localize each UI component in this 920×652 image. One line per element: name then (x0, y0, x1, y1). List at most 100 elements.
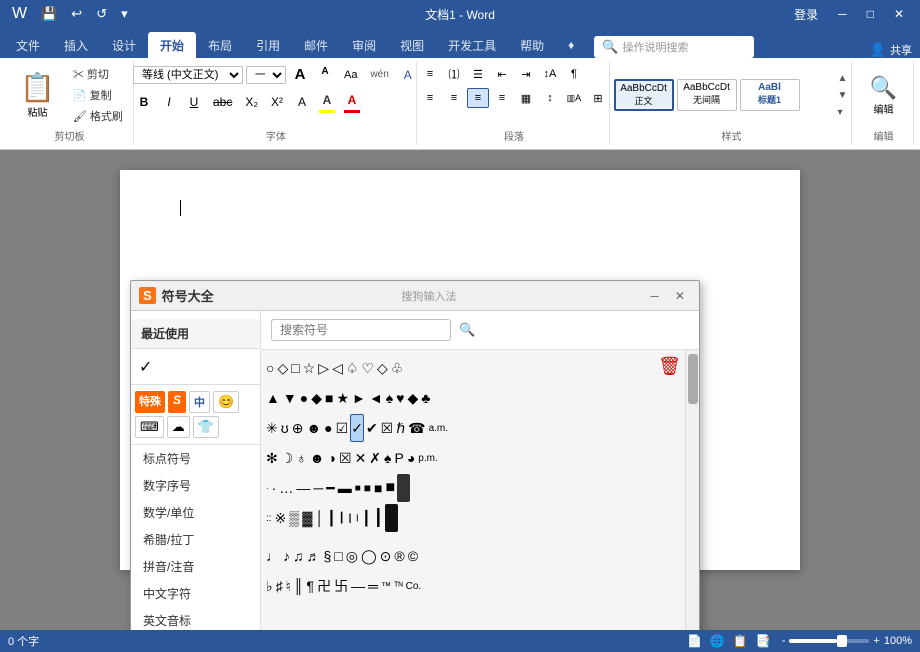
cat-weather-btn[interactable]: ☁ (167, 416, 190, 438)
view-draft-btn[interactable]: 📑 (753, 633, 774, 649)
sym-swastika-r[interactable]: 卐 (333, 572, 349, 600)
sym-spade-2[interactable]: ♠ (383, 444, 392, 472)
format-painter-button[interactable]: 🖌 格式刷 (69, 106, 127, 126)
sym-pm[interactable]: p.m. (417, 444, 438, 472)
tab-diamond[interactable]: ♦ (556, 32, 586, 58)
char-style-button[interactable]: A (397, 66, 419, 84)
justify-button[interactable]: ≡ (491, 88, 513, 108)
sym-check[interactable]: ✓ (350, 414, 364, 442)
sym-club-filled[interactable]: ♣ (420, 384, 431, 412)
tab-developer[interactable]: 开发工具 (436, 32, 508, 58)
sym-am[interactable]: a.m. (428, 414, 449, 442)
sym-block-sm[interactable]: ■ (354, 474, 362, 502)
tab-home[interactable]: 开始 (148, 32, 196, 58)
increase-indent-button[interactable]: ⇥ (515, 64, 537, 84)
sym-triangle-right-outline[interactable]: ▷ (317, 354, 330, 382)
sym-shade-light[interactable]: ▒ (288, 504, 300, 532)
cat-emoji-btn[interactable]: 😊 (213, 391, 239, 413)
sym-phone[interactable]: ☎ (407, 414, 426, 442)
sym-trademark[interactable]: ™ (380, 572, 392, 600)
quick-access-dropdown[interactable]: ▾ (117, 4, 132, 24)
sym-heart-outline[interactable]: ♡ (360, 354, 375, 382)
sym-spade-outline[interactable]: ♤ (345, 354, 360, 382)
sym-double-pipe[interactable]: ║ (293, 572, 305, 600)
shrink-font-button[interactable]: A (314, 64, 336, 79)
sym-star-filled[interactable]: ★ (335, 384, 350, 412)
login-button[interactable]: 登录 (786, 4, 826, 25)
sym-arrow-left-filled[interactable]: ◄ (368, 384, 384, 412)
tab-mail[interactable]: 邮件 (292, 32, 340, 58)
sym-pipe-7[interactable]: ┃ (385, 504, 398, 532)
sym-arrow-right-filled[interactable]: ► (351, 384, 367, 412)
style-normal[interactable]: AaBbCcDt正文 (614, 79, 674, 111)
sym-heart-filled[interactable]: ♥ (395, 384, 405, 412)
align-right-button[interactable]: ≡ (467, 88, 489, 108)
sym-hbar[interactable]: ℏ (395, 414, 406, 442)
symbol-close-button[interactable]: ✕ (669, 287, 691, 305)
sym-circle-large[interactable]: ◕ (406, 444, 416, 472)
copy-button[interactable]: 📄 复制 (69, 85, 127, 105)
sym-triangle-left-outline[interactable]: ◁ (331, 354, 344, 382)
tab-design[interactable]: 设计 (100, 32, 148, 58)
symbol-search-button[interactable]: 🔍 (453, 319, 481, 341)
sym-colon-colon[interactable]: :: (265, 504, 273, 532)
style-heading1[interactable]: AaBl标题1 (740, 79, 800, 111)
sym-diamond-small-outline[interactable]: ◇ (376, 354, 389, 382)
scroll-thumb[interactable] (688, 354, 698, 404)
sym-natural[interactable]: ♮ (285, 572, 292, 600)
sym-shade-dark[interactable]: ▓ (301, 504, 313, 532)
align-left-button[interactable]: ≡ (419, 88, 441, 108)
sym-block-xxl[interactable]: ■ (397, 474, 410, 502)
zoom-plus-btn[interactable]: + (873, 635, 879, 647)
sym-line-thin[interactable]: ─ (312, 474, 324, 502)
symbol-minimize-button[interactable]: ─ (644, 287, 665, 305)
style-no-space[interactable]: AaBbCcDt无间隔 (677, 79, 737, 111)
maximize-button[interactable]: □ (859, 5, 882, 23)
sym-upsilon[interactable]: ʊ (280, 414, 290, 442)
case-button[interactable]: Aa (339, 67, 362, 83)
sym-dash[interactable]: — (350, 572, 366, 600)
font-color-button[interactable]: A (341, 91, 363, 113)
tab-file[interactable]: 文件 (4, 32, 52, 58)
sym-dot-small[interactable]: · (265, 474, 270, 502)
sym-double-dash[interactable]: ═ (367, 572, 379, 600)
sym-sharp[interactable]: ♯ (275, 572, 284, 600)
save-icon[interactable]: 💾 (37, 4, 61, 24)
numbering-button[interactable]: ⑴ (443, 64, 465, 84)
minimize-button[interactable]: ─ (830, 5, 855, 23)
tab-review[interactable]: 审阅 (340, 32, 388, 58)
sym-dot-mid[interactable]: · (271, 474, 278, 502)
sym-checkbox-x[interactable]: ☒ (380, 414, 395, 442)
styles-scroll-down[interactable]: ▼ (836, 88, 850, 103)
cat-punctuation[interactable]: 标点符号 (131, 445, 260, 472)
sym-co[interactable]: Co. (405, 572, 423, 600)
sym-box-x[interactable]: ☒ (338, 444, 353, 472)
cat-chinese-chars[interactable]: 中文字符 (131, 580, 260, 607)
styles-scroll-up[interactable]: ▲ (836, 71, 850, 86)
tab-references[interactable]: 引用 (244, 32, 292, 58)
cat-special-btn[interactable]: 特殊 (135, 391, 165, 413)
sym-diamond-filled[interactable]: ◆ (310, 384, 323, 412)
sym-pipe-bold[interactable]: ┃ (326, 504, 336, 532)
subscript-button[interactable]: X₂ (240, 93, 263, 111)
search-box[interactable]: 🔍 操作说明搜索 (594, 36, 754, 58)
redo-icon[interactable]: ↺ (92, 4, 111, 24)
sym-diamond-filled-2[interactable]: ◆ (406, 384, 419, 412)
sym-eighth-note[interactable]: ♪ (282, 542, 291, 570)
sym-smiley[interactable]: ☻ (305, 414, 322, 442)
sym-club-outline[interactable]: ♧ (390, 354, 405, 382)
highlight-button[interactable]: A (316, 91, 338, 113)
sym-pipe-2[interactable]: ┃ (338, 504, 346, 532)
undo-icon[interactable]: ↩ (67, 4, 86, 24)
sym-asterisk-8[interactable]: ✳ (265, 414, 279, 442)
decrease-indent-button[interactable]: ⇤ (491, 64, 513, 84)
sort-button[interactable]: ↕A (539, 64, 561, 84)
sym-music-note[interactable]: ♩ (265, 542, 281, 570)
paste-button[interactable]: 📋 粘贴 (12, 67, 63, 123)
cat-zh-btn[interactable]: 中 (189, 391, 210, 413)
sym-registered[interactable]: ® (393, 542, 405, 570)
font-size-select[interactable]: 一号 (246, 66, 286, 84)
sym-block-xl[interactable]: ■ (384, 474, 396, 502)
cat-s-btn[interactable]: S (168, 391, 186, 413)
bullets-button[interactable]: ≡ (419, 64, 441, 84)
